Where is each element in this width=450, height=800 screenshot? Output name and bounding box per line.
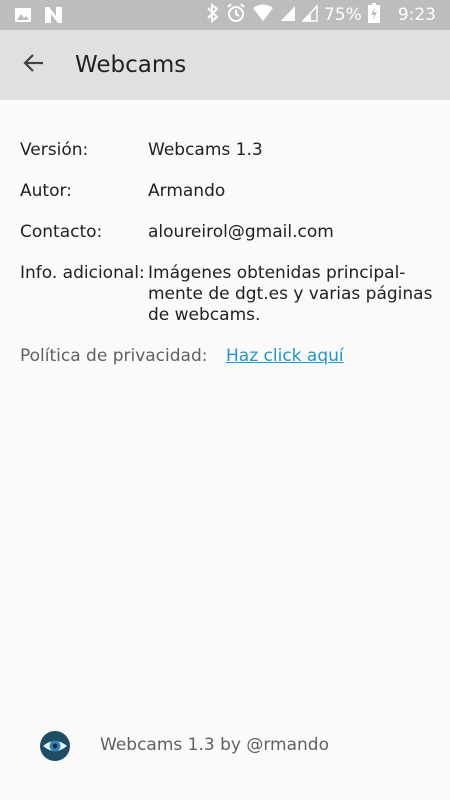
author-value: Armando — [148, 181, 226, 201]
extra-info-line: mente de dgt.es y varias páginas — [148, 284, 433, 304]
image-icon — [14, 6, 32, 28]
cell-signal-icon — [301, 4, 318, 26]
extra-info-value: Imágenes obtenidas principal- mente de d… — [148, 263, 433, 326]
extra-info-label: Info. adicional: — [20, 263, 145, 283]
privacy-label: Política de privacidad: — [20, 346, 208, 366]
bluetooth-icon — [206, 2, 220, 27]
n-app-icon — [44, 6, 64, 28]
contact-value: aloureirol@gmail.com — [148, 222, 334, 242]
app-toolbar: Webcams — [0, 30, 450, 100]
back-button[interactable] — [12, 43, 56, 87]
status-bar-notifications — [14, 6, 64, 28]
battery-percent: 75% — [324, 5, 362, 25]
alarm-icon — [226, 3, 246, 27]
page-title: Webcams — [75, 52, 187, 78]
footer-credit: Webcams 1.3 by @rmando — [100, 735, 329, 755]
cell-signal-icon — [280, 4, 296, 26]
status-bar: 75% 9:23 — [0, 0, 450, 30]
eye-logo-icon — [39, 730, 71, 762]
version-value: Webcams 1.3 — [148, 140, 263, 160]
battery-charging-icon — [367, 3, 380, 27]
extra-info-row: Info. adicional: Imágenes obtenidas prin… — [20, 263, 433, 327]
wifi-icon — [252, 4, 274, 26]
status-bar-system: 75% 9:23 — [206, 0, 436, 30]
extra-info-line: Imágenes obtenidas principal- — [148, 263, 406, 283]
extra-info-line: de webcams. — [148, 305, 261, 325]
privacy-link[interactable]: Haz click aquí — [226, 346, 344, 367]
contact-label: Contacto: — [20, 222, 103, 242]
author-label: Autor: — [20, 181, 72, 201]
arrow-back-icon — [22, 51, 46, 79]
status-time: 9:23 — [397, 5, 436, 25]
version-label: Versión: — [20, 140, 89, 160]
